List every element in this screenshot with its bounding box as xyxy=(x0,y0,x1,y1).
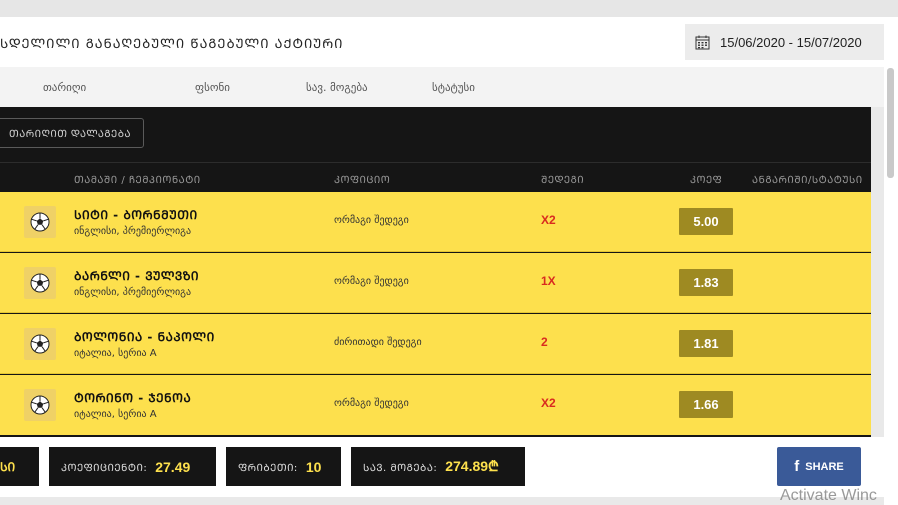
summary-type-label: ᲡᲘ xyxy=(0,460,16,474)
column-date[interactable]: თარიღი xyxy=(43,81,86,94)
column-header-bar: თარიღი ფსონი სავ. მოგება სტატუსი xyxy=(0,67,884,107)
match-name: ᲑᲝᲚᲝᲜᲘᲐ - ᲜᲐᲞᲝᲚᲘ xyxy=(74,330,215,344)
match-name: ᲢᲝᲠᲘᲜᲝ - ᲯᲔᲜᲝᲐ xyxy=(74,391,192,405)
table-header: ᲗᲐᲛᲐᲨᲘ / ᲩᲔᲛᲞᲘᲝᲜᲐᲢᲘ ᲙᲝᲤᲘᲪᲘᲝ ᲨᲔᲓᲔᲒᲘ ᲙᲝᲔᲤ … xyxy=(0,162,871,192)
payout-value: 274.89₾ xyxy=(445,458,499,474)
outcome-value: X2 xyxy=(541,396,556,410)
th-match: ᲗᲐᲛᲐᲨᲘ / ᲩᲔᲛᲞᲘᲝᲜᲐᲢᲘ xyxy=(74,175,201,186)
market-name: ორმაგი შედეგი xyxy=(334,215,409,226)
th-outcome: ᲨᲔᲓᲔᲒᲘ xyxy=(541,175,585,186)
coef-badge: 1.66 xyxy=(679,391,733,418)
table-row[interactable]: ᲢᲝᲠᲘᲜᲝ - ᲯᲔᲜᲝᲐ იტალია, სერია A ორმაგი შე… xyxy=(0,375,871,435)
th-coef: ᲙᲝᲔᲤ xyxy=(690,175,723,186)
market-name: ორმაგი შედეგი xyxy=(334,276,409,287)
coef-badge: 1.81 xyxy=(679,330,733,357)
table-row[interactable]: ᲑᲐᲠᲜᲚᲘ - ᲕᲣᲚᲕᲖᲘ ინგლისი, პრემიერლიგა ორმ… xyxy=(0,253,871,313)
os-activation-watermark: Activate Winc xyxy=(780,487,877,504)
column-potential-win[interactable]: სავ. მოგება xyxy=(306,81,368,94)
match-name: ᲡᲘᲢᲘ - ᲑᲝᲠᲜᲛᲣᲗᲘ xyxy=(74,208,198,222)
coef-total-value: 27.49 xyxy=(155,458,191,475)
share-label: SHARE xyxy=(805,460,844,473)
facebook-share-button[interactable]: f SHARE xyxy=(777,447,861,486)
stake-value: 10 xyxy=(305,458,322,475)
market-name: ძირითადი შედეგი xyxy=(334,337,422,348)
scrollbar-thumb[interactable] xyxy=(887,68,894,178)
date-range-text: 15/06/2020 - 15/07/2020 xyxy=(720,34,862,50)
th-status: ᲐᲜᲒᲐᲠᲘᲨᲘ/ᲡᲢᲐᲢᲣᲡᲘ xyxy=(752,175,863,186)
calendar-icon xyxy=(695,35,710,49)
match-name: ᲑᲐᲠᲜᲚᲘ - ᲕᲣᲚᲕᲖᲘ xyxy=(74,269,200,283)
soccer-ball-icon xyxy=(24,389,56,421)
ticket-panel: ᲗᲐᲠᲘᲦᲘᲗ ᲓᲐᲚᲐᲒᲔᲑᲐ ᲗᲐᲛᲐᲨᲘ / ᲩᲔᲛᲞᲘᲝᲜᲐᲢᲘ ᲙᲝᲤ… xyxy=(0,107,871,437)
facebook-icon: f xyxy=(794,458,800,475)
soccer-ball-icon xyxy=(24,267,56,299)
outcome-value: X2 xyxy=(541,213,556,227)
league-name: ინგლისი, პრემიერლიგა xyxy=(74,287,192,298)
coef-badge: 1.83 xyxy=(679,269,733,296)
outcome-value: 2 xyxy=(541,335,548,349)
ticket-summary-footer: ᲡᲘ ᲙᲝᲔᲤᲘᲪᲘᲔᲜᲢᲘ: 27.49 ᲤᲠᲘᲑᲔᲗᲘ: 10 ᲡᲐᲕ. Მ… xyxy=(0,437,884,497)
outcome-value: 1X xyxy=(541,274,556,288)
top-strip xyxy=(0,0,898,17)
summary-pill-coef: ᲙᲝᲔᲤᲘᲪᲘᲔᲜᲢᲘ: 27.49 xyxy=(49,447,216,486)
soccer-ball-icon xyxy=(24,206,56,238)
stake-label: ᲤᲠᲘᲑᲔᲗᲘ: xyxy=(238,462,298,474)
coef-badge: 5.00 xyxy=(679,208,733,235)
league-name: იტალია, სერია A xyxy=(74,348,157,359)
column-stake[interactable]: ფსონი xyxy=(195,81,230,94)
league-name: იტალია, სერია A xyxy=(74,409,157,420)
coef-total-label: ᲙᲝᲔᲤᲘᲪᲘᲔᲜᲢᲘ: xyxy=(61,462,148,474)
page-title: ᲡᲓᲔᲚᲘᲚᲘ ᲒᲐᲜᲐᲦᲔᲑᲣᲚᲘ ᲬᲐᲒᲔᲑᲣᲚᲘ ᲐᲥᲢᲘᲣᲠᲘ xyxy=(0,37,344,52)
date-range-picker[interactable]: 15/06/2020 - 15/07/2020 xyxy=(685,24,884,60)
summary-pill-payout: ᲡᲐᲕ. ᲛᲝᲒᲔᲑᲐ: 274.89₾ xyxy=(351,447,525,486)
summary-pill-type: ᲡᲘ xyxy=(0,447,39,486)
th-market: ᲙᲝᲤᲘᲪᲘᲝ xyxy=(334,175,391,186)
page-header: ᲡᲓᲔᲚᲘᲚᲘ ᲒᲐᲜᲐᲦᲔᲑᲣᲚᲘ ᲬᲐᲒᲔᲑᲣᲚᲘ ᲐᲥᲢᲘᲣᲠᲘ 15/0… xyxy=(0,17,898,67)
summary-pill-stake: ᲤᲠᲘᲑᲔᲗᲘ: 10 xyxy=(226,447,341,486)
payout-label: ᲡᲐᲕ. ᲛᲝᲒᲔᲑᲐ: xyxy=(363,462,438,474)
column-status[interactable]: სტატუსი xyxy=(432,81,475,94)
soccer-ball-icon xyxy=(24,328,56,360)
market-name: ორმაგი შედეგი xyxy=(334,398,409,409)
league-name: ინგლისი, პრემიერლიგა xyxy=(74,226,192,237)
table-row[interactable]: ᲡᲘᲢᲘ - ᲑᲝᲠᲜᲛᲣᲗᲘ ინგლისი, პრემიერლიგა ორმ… xyxy=(0,192,871,252)
table-row[interactable]: ᲑᲝᲚᲝᲜᲘᲐ - ᲜᲐᲞᲝᲚᲘ იტალია, სერია A ძირითად… xyxy=(0,314,871,374)
sort-by-date-button[interactable]: ᲗᲐᲠᲘᲦᲘᲗ ᲓᲐᲚᲐᲒᲔᲑᲐ xyxy=(0,118,144,148)
